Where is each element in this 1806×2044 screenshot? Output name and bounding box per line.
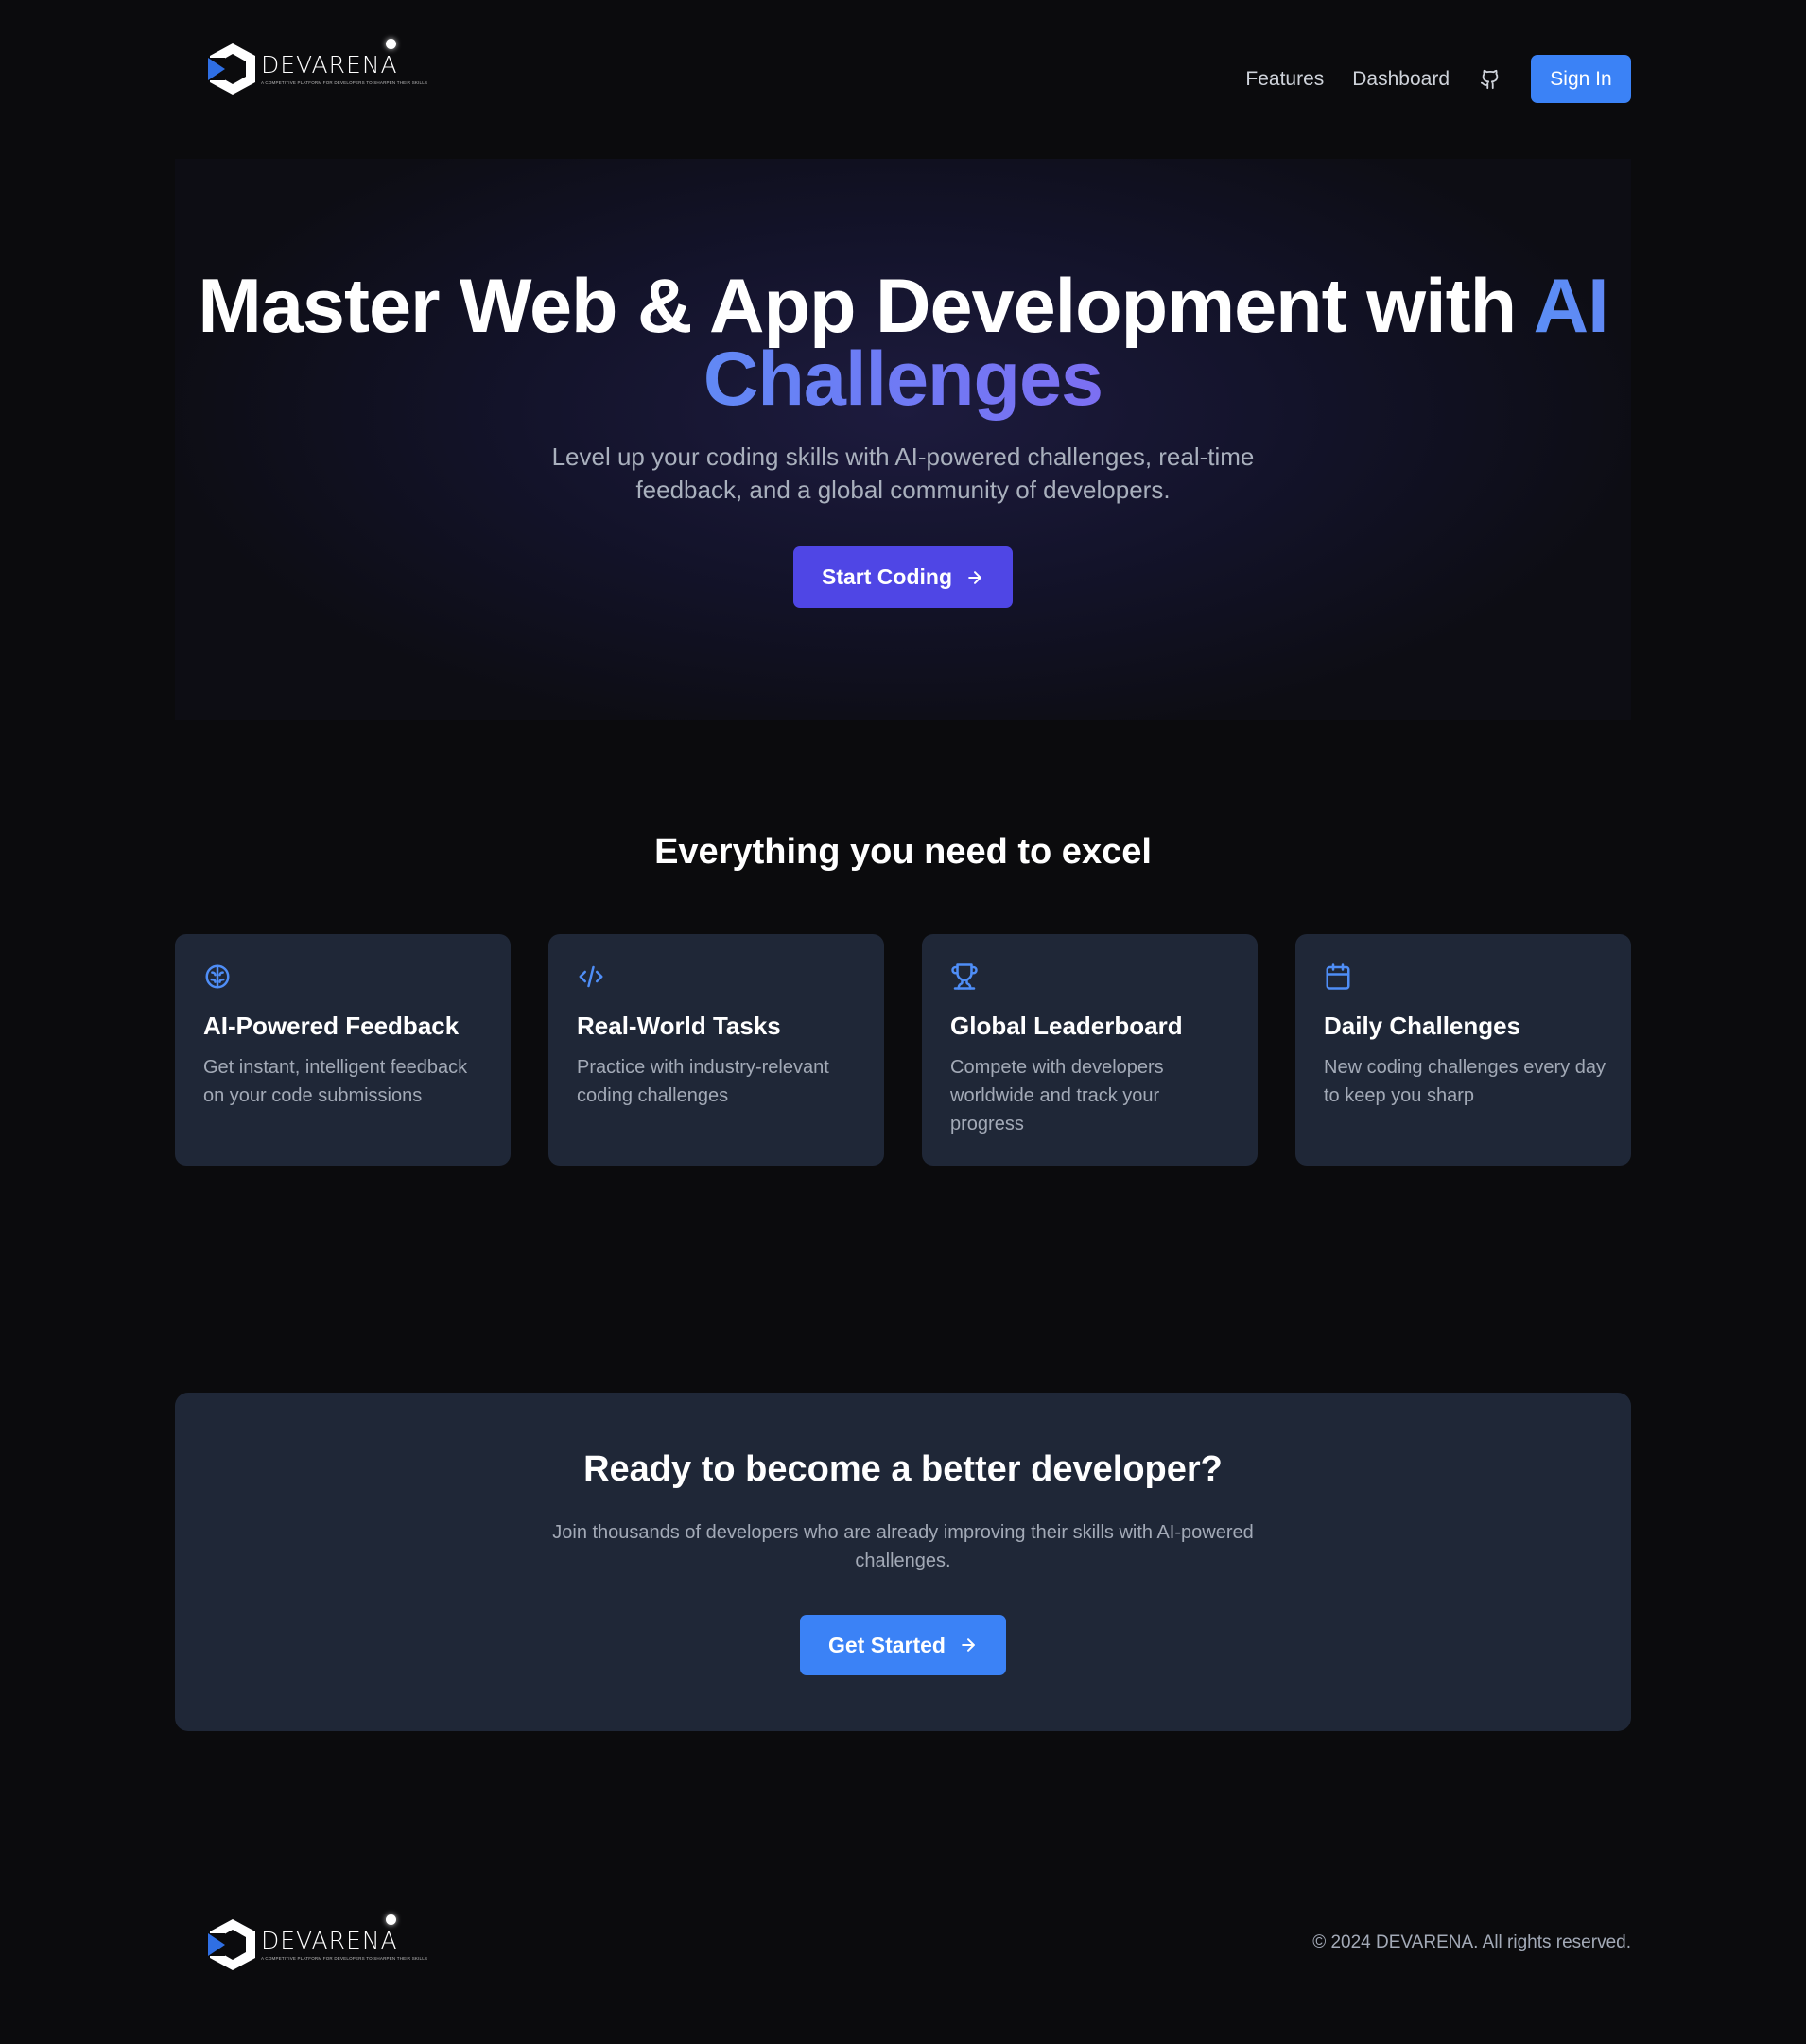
feature-description: Practice with industry-relevant coding c…	[577, 1057, 829, 1106]
feature-title: Global Leaderboard	[950, 1012, 1183, 1040]
feature-description: New coding challenges every day to keep …	[1324, 1057, 1606, 1106]
feature-title: Daily Challenges	[1324, 1012, 1521, 1040]
logo-glow-dot	[386, 1914, 396, 1925]
features-heading: Everything you need to excel	[654, 832, 1152, 872]
footer-logo[interactable]: DEVARENA A COMPETITIVE PLATFORM FOR DEVE…	[206, 1914, 428, 1972]
feature-card: AI-Powered Feedback Get instant, intelli…	[175, 934, 511, 1166]
arrow-right-icon	[965, 568, 984, 587]
cta-title: Ready to become a better developer?	[583, 1449, 1223, 1489]
start-coding-label: Start Coding	[822, 564, 952, 589]
brand-name: DEVARENA	[261, 1927, 398, 1954]
nav-features-link[interactable]: Features	[1245, 68, 1324, 91]
cta-subtitle: Join thousands of developers who are alr…	[552, 1522, 1254, 1571]
code-icon	[577, 962, 605, 991]
site-header: DEVARENA A COMPETITIVE PLATFORM FOR DEVE…	[0, 0, 1806, 159]
logo-hexagon-icon	[206, 1917, 259, 1972]
get-started-button[interactable]: Get Started	[800, 1615, 1006, 1675]
get-started-label: Get Started	[828, 1632, 946, 1657]
hero-section: Master Web & App Development with AI Cha…	[175, 159, 1631, 720]
feature-description: Get instant, intelligent feedback on you…	[203, 1057, 468, 1106]
brand-tagline: A COMPETITIVE PLATFORM FOR DEVELOPERS TO…	[261, 80, 428, 85]
feature-description: Compete with developers worldwide and tr…	[950, 1057, 1164, 1135]
brain-icon	[203, 962, 232, 991]
features-grid: AI-Powered Feedback Get instant, intelli…	[175, 934, 1631, 1166]
copyright-text: © 2024 DEVARENA. All rights reserved.	[1312, 1932, 1631, 1952]
feature-card: Real-World Tasks Practice with industry-…	[548, 934, 884, 1166]
main-nav: Features Dashboard Sign In	[1217, 55, 1631, 103]
brand-tagline: A COMPETITIVE PLATFORM FOR DEVELOPERS TO…	[261, 1956, 428, 1961]
cta-section: Ready to become a better developer? Join…	[175, 1393, 1631, 1731]
logo-hexagon-icon	[206, 42, 259, 96]
landing-page: DEVARENA A COMPETITIVE PLATFORM FOR DEVE…	[0, 0, 1806, 2044]
hero-subtitle: Level up your coding skills with AI-powe…	[551, 442, 1255, 504]
feature-card: Global Leaderboard Compete with develope…	[922, 934, 1258, 1166]
calendar-icon	[1324, 962, 1352, 991]
sign-in-button[interactable]: Sign In	[1531, 55, 1631, 103]
trophy-icon	[950, 962, 979, 991]
feature-title: AI-Powered Feedback	[203, 1012, 460, 1040]
start-coding-button[interactable]: Start Coding	[793, 546, 1013, 608]
github-icon[interactable]	[1478, 67, 1502, 92]
brand-name: DEVARENA	[261, 51, 398, 78]
hero-title: Master Web & App Development with AI Cha…	[175, 268, 1631, 418]
logo-glow-dot	[386, 39, 396, 49]
header-logo[interactable]: DEVARENA A COMPETITIVE PLATFORM FOR DEVE…	[206, 39, 428, 96]
arrow-right-icon	[959, 1636, 978, 1654]
feature-card: Daily Challenges New coding challenges e…	[1295, 934, 1631, 1166]
nav-dashboard-link[interactable]: Dashboard	[1352, 68, 1450, 91]
feature-title: Real-World Tasks	[577, 1012, 781, 1040]
